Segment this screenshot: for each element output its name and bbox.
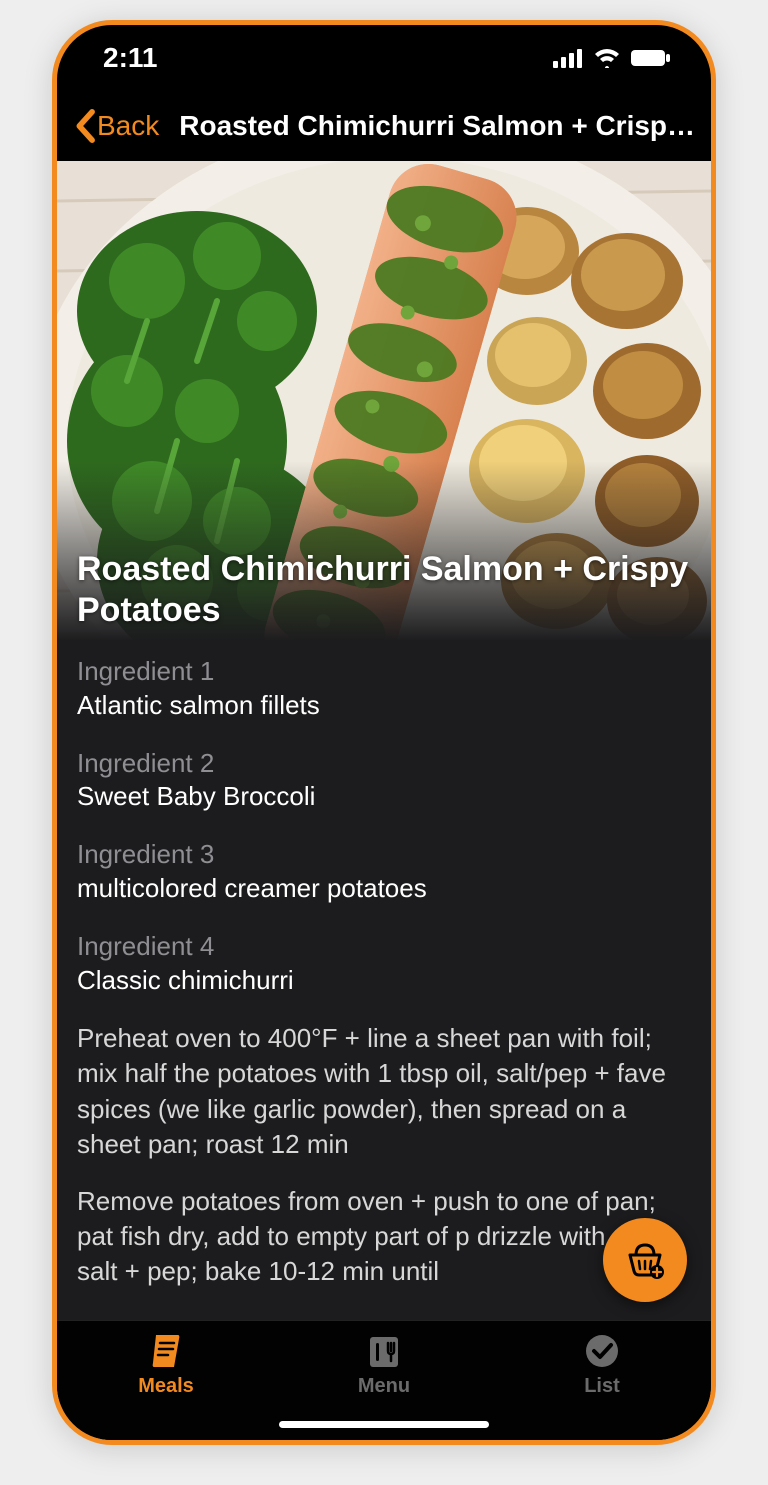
- battery-icon: [631, 48, 671, 68]
- home-indicator[interactable]: [279, 1421, 489, 1428]
- menu-fork-icon: [364, 1331, 404, 1371]
- status-indicators: [553, 48, 671, 68]
- recipe-hero-image: Roasted Chimichurri Salmon + Crispy Pota…: [57, 161, 711, 641]
- chevron-left-icon: [75, 109, 95, 143]
- ingredient-item: Ingredient 4 Classic chimichurri: [77, 930, 691, 998]
- cellular-icon: [553, 48, 583, 68]
- back-label: Back: [97, 110, 159, 142]
- phone-screen: 2:11 Back Roasted Chimichurri Salmon + C…: [57, 25, 711, 1440]
- tab-list[interactable]: List: [527, 1331, 677, 1398]
- ingredient-value: Sweet Baby Broccoli: [77, 780, 691, 814]
- back-button[interactable]: Back: [67, 105, 167, 147]
- nav-bar: Back Roasted Chimichurri Salmon + Crispy…: [57, 91, 711, 161]
- basket-add-icon: [624, 1239, 666, 1281]
- receipt-icon: [146, 1331, 186, 1371]
- instruction-step: Preheat oven to 400°F + line a sheet pan…: [77, 1021, 691, 1161]
- nav-title: Roasted Chimichurri Salmon + Crispy ...: [179, 110, 705, 142]
- checkmark-circle-icon: [582, 1331, 622, 1371]
- recipe-title: Roasted Chimichurri Salmon + Crispy Pota…: [57, 549, 711, 631]
- tab-label: Meals: [138, 1375, 194, 1398]
- tab-label: List: [584, 1375, 620, 1398]
- ingredient-item: Ingredient 3 multicolored creamer potato…: [77, 838, 691, 906]
- instruction-step: Remove potatoes from oven + push to one …: [77, 1184, 691, 1289]
- ingredient-label: Ingredient 3: [77, 838, 691, 872]
- status-time: 2:11: [103, 42, 158, 74]
- ingredient-label: Ingredient 4: [77, 930, 691, 964]
- ingredient-item: Ingredient 1 Atlantic salmon fillets: [77, 655, 691, 723]
- wifi-icon: [593, 48, 621, 68]
- tab-meals[interactable]: Meals: [91, 1331, 241, 1398]
- phone-frame: 2:11 Back Roasted Chimichurri Salmon + C…: [52, 20, 716, 1445]
- tab-label: Menu: [358, 1375, 410, 1398]
- ingredient-value: Atlantic salmon fillets: [77, 689, 691, 723]
- ingredient-value: multicolored creamer potatoes: [77, 872, 691, 906]
- ingredient-label: Ingredient 1: [77, 655, 691, 689]
- tab-menu[interactable]: Menu: [309, 1331, 459, 1398]
- ingredient-value: Classic chimichurri: [77, 964, 691, 998]
- ingredient-label: Ingredient 2: [77, 747, 691, 781]
- add-to-basket-button[interactable]: [603, 1218, 687, 1302]
- status-bar: 2:11: [57, 25, 711, 91]
- ingredient-item: Ingredient 2 Sweet Baby Broccoli: [77, 747, 691, 815]
